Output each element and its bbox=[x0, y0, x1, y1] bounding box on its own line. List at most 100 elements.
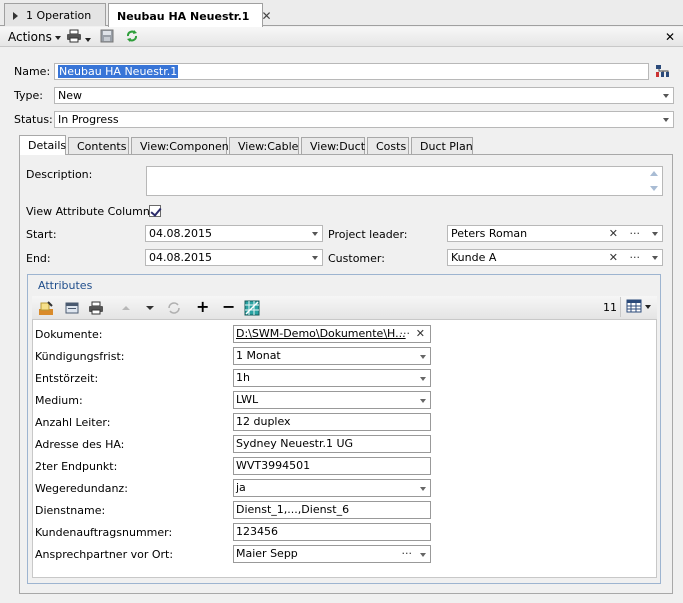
refresh-button[interactable] bbox=[125, 29, 139, 45]
attr-endpunkt-field[interactable]: WVT3994501 bbox=[233, 457, 431, 475]
attr-kundenauftragsnummer-field[interactable]: 123456 bbox=[233, 523, 431, 541]
customer-value: Kunde A bbox=[451, 251, 497, 264]
start-label: Start: bbox=[26, 228, 57, 241]
more-icon[interactable]: ··· bbox=[630, 226, 641, 241]
attr-ansprechpartner-value: Maier Sepp bbox=[236, 547, 298, 560]
chevron-down-icon bbox=[85, 37, 91, 42]
attr-label-wegeredundanz: Wegeredundanz: bbox=[35, 482, 128, 495]
tab-duct-plan[interactable]: Duct Plan bbox=[411, 137, 473, 154]
chevron-down-icon bbox=[420, 355, 426, 359]
tab-costs[interactable]: Costs bbox=[367, 137, 409, 154]
hierarchy-icon[interactable] bbox=[655, 64, 671, 81]
add-icon[interactable]: + bbox=[196, 297, 212, 316]
doc-tab-operation[interactable]: 1 Operation bbox=[4, 3, 106, 26]
name-label: Name: bbox=[14, 65, 51, 78]
tab-view-duct[interactable]: View:Duct bbox=[301, 137, 365, 154]
project-leader-field[interactable]: Peters Roman ✕ ··· bbox=[447, 225, 663, 242]
attributes-title: Attributes bbox=[38, 279, 93, 292]
more-icon[interactable]: ··· bbox=[402, 546, 413, 562]
name-field[interactable]: Neubau HA Neuestr.1 bbox=[54, 63, 649, 80]
more-icon[interactable]: ··· bbox=[400, 326, 411, 342]
attr-adresse-field[interactable]: Sydney Neuestr.1 UG bbox=[233, 435, 431, 453]
attr-anzahl-leiter-field[interactable]: 12 duplex bbox=[233, 413, 431, 431]
end-date-value: 04.08.2015 bbox=[149, 251, 212, 264]
scroll-up-icon[interactable] bbox=[650, 171, 658, 176]
attr-label-dienstname: Dienstname: bbox=[35, 504, 106, 517]
attr-wegeredundanz-select[interactable]: ja bbox=[233, 479, 431, 497]
move-down-icon[interactable] bbox=[142, 300, 158, 316]
expand-arrow-icon bbox=[13, 12, 18, 20]
tab-view-cable[interactable]: View:Cable bbox=[229, 137, 299, 154]
actions-menu-button[interactable]: Actions bbox=[8, 29, 61, 45]
project-leader-label: Project leader: bbox=[328, 228, 408, 241]
end-label: End: bbox=[26, 252, 51, 265]
chevron-down-icon bbox=[420, 487, 426, 491]
clear-icon[interactable]: ✕ bbox=[609, 226, 618, 241]
print-button[interactable] bbox=[66, 29, 91, 45]
chevron-down-icon bbox=[652, 256, 658, 260]
clear-icon[interactable]: ✕ bbox=[609, 250, 618, 265]
status-value: In Progress bbox=[58, 113, 119, 126]
attr-endpunkt-value: WVT3994501 bbox=[236, 459, 311, 472]
scroll-down-icon[interactable] bbox=[650, 186, 658, 191]
save-icon bbox=[100, 29, 114, 43]
start-date-field[interactable]: 04.08.2015 bbox=[145, 225, 323, 242]
doc-tab-neubau[interactable]: Neubau HA Neuestr.1 ✕ bbox=[108, 3, 272, 27]
attr-medium-select[interactable]: LWL bbox=[233, 391, 431, 409]
status-label: Status: bbox=[14, 113, 53, 126]
name-value: Neubau HA Neuestr.1 bbox=[58, 65, 179, 78]
type-label: Type: bbox=[14, 89, 43, 102]
table-columns-icon bbox=[626, 299, 642, 313]
status-select[interactable]: In Progress bbox=[54, 111, 674, 128]
clear-icon[interactable]: ✕ bbox=[416, 326, 425, 342]
chevron-down-icon bbox=[420, 553, 426, 557]
more-icon[interactable]: ··· bbox=[630, 250, 641, 265]
chevron-down-icon bbox=[420, 377, 426, 381]
refresh-icon[interactable] bbox=[166, 300, 182, 316]
column-chooser-button[interactable] bbox=[626, 299, 651, 317]
copy-icon[interactable] bbox=[64, 300, 80, 316]
customer-field[interactable]: Kunde A ✕ ··· bbox=[447, 249, 663, 266]
type-select[interactable]: New bbox=[54, 87, 674, 104]
end-date-field[interactable]: 04.08.2015 bbox=[145, 249, 323, 266]
chevron-down-icon bbox=[312, 232, 318, 236]
move-up-icon[interactable] bbox=[118, 300, 134, 316]
attr-ansprechpartner-select[interactable]: Maier Sepp ··· bbox=[233, 545, 431, 563]
map-grid-icon[interactable] bbox=[244, 300, 260, 316]
attr-label-ansprechpartner: Ansprechpartner vor Ort: bbox=[35, 548, 174, 561]
description-input[interactable] bbox=[146, 166, 663, 196]
close-panel-icon[interactable]: ✕ bbox=[665, 29, 675, 45]
attr-kuendigungsfrist-select[interactable]: 1 Monat bbox=[233, 347, 431, 365]
attr-label-kundenauftragsnummer: Kundenauftragsnummer: bbox=[35, 526, 173, 539]
printer-icon[interactable] bbox=[88, 300, 104, 316]
tab-contents[interactable]: Contents bbox=[68, 137, 129, 154]
attr-label-entstoerzeit: Entstörzeit: bbox=[35, 372, 99, 385]
tab-view-component[interactable]: View:Component bbox=[131, 137, 233, 154]
attr-dokumente-field[interactable]: D:\SWM-Demo\Dokumente\H... ··· ✕ bbox=[233, 325, 431, 343]
actions-toolbar: Actions ✕ bbox=[0, 27, 683, 47]
edit-attributes-icon[interactable] bbox=[38, 300, 54, 316]
doc-tab-label: 1 Operation bbox=[26, 9, 92, 22]
attr-entstoerzeit-select[interactable]: 1h bbox=[233, 369, 431, 387]
view-attribute-columns-checkbox[interactable] bbox=[149, 205, 161, 217]
document-tab-bar: 1 Operation Neubau HA Neuestr.1 ✕ bbox=[0, 0, 683, 27]
printer-icon bbox=[67, 29, 81, 43]
save-button[interactable] bbox=[100, 29, 114, 45]
tab-details[interactable]: Details bbox=[19, 135, 66, 155]
attr-anzahl-leiter-value: 12 duplex bbox=[236, 415, 291, 428]
toolbar-divider bbox=[620, 297, 621, 317]
remove-icon[interactable]: − bbox=[222, 297, 238, 316]
attr-label-medium: Medium: bbox=[35, 394, 83, 407]
attr-label-adresse: Adresse des HA: bbox=[35, 438, 125, 451]
attr-dienstname-field[interactable]: Dienst_1,...,Dienst_6 bbox=[233, 501, 431, 519]
attr-entstoerzeit-value: 1h bbox=[236, 371, 250, 384]
close-tab-icon[interactable]: ✕ bbox=[261, 9, 271, 23]
attr-label-endpunkt: 2ter Endpunkt: bbox=[35, 460, 118, 473]
chevron-down-icon bbox=[652, 232, 658, 236]
attr-dienstname-value: Dienst_1,...,Dienst_6 bbox=[236, 503, 350, 516]
attr-dokumente-value: D:\SWM-Demo\Dokumente\H... bbox=[236, 327, 406, 340]
attr-adresse-value: Sydney Neuestr.1 UG bbox=[236, 437, 354, 450]
attribute-count: 11 bbox=[603, 301, 617, 314]
attr-label-anzahl-leiter: Anzahl Leiter: bbox=[35, 416, 111, 429]
customer-label: Customer: bbox=[328, 252, 385, 265]
